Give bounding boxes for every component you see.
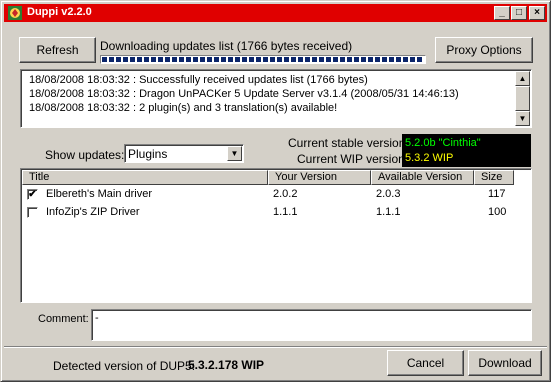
version-display: 5.2.0b "Cinthia" 5.3.2 WIP	[402, 134, 531, 167]
row-checkbox[interactable]	[27, 207, 38, 218]
show-updates-select[interactable]: Plugins ▼	[124, 144, 244, 163]
maximize-button[interactable]: □	[511, 6, 527, 20]
row-size: 117	[488, 188, 506, 200]
chevron-down-icon[interactable]: ▼	[227, 146, 242, 161]
log-line: 18/08/2008 18:03:32 : Successfully recei…	[29, 74, 368, 86]
title-bar[interactable]: Duppi v2.2.0 _ □ ×	[4, 4, 547, 22]
app-logo-icon	[8, 6, 22, 20]
table-row[interactable]: ✔ Elbereth's Main driver 2.0.2 2.0.3 117	[21, 186, 529, 204]
table-header: Title Your Version Available Version Siz…	[22, 170, 530, 185]
comment-label: Comment:	[38, 313, 89, 325]
row-available-version: 1.1.1	[376, 206, 401, 218]
column-available-version[interactable]: Available Version	[371, 170, 474, 185]
scroll-thumb[interactable]	[515, 86, 530, 111]
row-your-version: 2.0.2	[273, 188, 298, 200]
column-size[interactable]: Size	[474, 170, 514, 185]
download-progress-fill	[102, 57, 424, 62]
row-available-version: 2.0.3	[376, 188, 401, 200]
close-button[interactable]: ×	[529, 6, 545, 20]
refresh-button[interactable]: Refresh	[19, 37, 96, 63]
row-title: InfoZip's ZIP Driver	[46, 206, 140, 218]
row-your-version: 1.1.1	[273, 206, 298, 218]
window-title: Duppi v2.2.0	[27, 6, 92, 18]
download-button[interactable]: Download	[468, 350, 542, 376]
cancel-button[interactable]: Cancel	[387, 350, 464, 376]
proxy-options-button[interactable]: Proxy Options	[435, 37, 533, 63]
show-updates-value: Plugins	[128, 147, 168, 161]
column-your-version[interactable]: Your Version	[268, 170, 371, 185]
detected-version-label: Detected version of DUP5:	[53, 359, 196, 373]
log-line: 18/08/2008 18:03:32 : 2 plugin(s) and 3 …	[29, 102, 338, 114]
main-window: Duppi v2.2.0 _ □ × Refresh Downloading u…	[0, 0, 551, 382]
stable-version-label: Current stable version :	[288, 136, 413, 150]
comment-field[interactable]: -	[91, 309, 532, 341]
footer-divider	[4, 346, 547, 348]
scroll-up-icon[interactable]: ▲	[515, 71, 530, 86]
row-checkbox[interactable]: ✔	[27, 189, 38, 200]
detected-version-value: 5.3.2.178 WIP	[188, 358, 265, 372]
log-line: 18/08/2008 18:03:32 : Dragon UnPACKer 5 …	[29, 88, 459, 100]
stable-version-value: 5.2.0b "Cinthia"	[405, 137, 481, 149]
wip-version-label: Current WIP version :	[297, 152, 412, 166]
wip-version-value: 5.3.2 WIP	[405, 152, 454, 164]
updates-table[interactable]: Title Your Version Available Version Siz…	[20, 168, 532, 303]
log-panel[interactable]: 18/08/2008 18:03:32 : Successfully recei…	[20, 69, 532, 128]
row-title: Elbereth's Main driver	[46, 188, 153, 200]
log-scrollbar[interactable]: ▲ ▼	[515, 71, 530, 126]
comment-value: -	[95, 312, 99, 324]
minimize-button[interactable]: _	[494, 6, 510, 20]
table-row[interactable]: InfoZip's ZIP Driver 1.1.1 1.1.1 100	[21, 204, 529, 222]
download-progress-bar	[100, 55, 426, 64]
download-status-text: Downloading updates list (1766 bytes rec…	[100, 39, 353, 53]
scroll-down-icon[interactable]: ▼	[515, 111, 530, 126]
show-updates-label: Show updates:	[45, 148, 125, 162]
column-title[interactable]: Title	[22, 170, 268, 185]
row-size: 100	[488, 206, 507, 218]
